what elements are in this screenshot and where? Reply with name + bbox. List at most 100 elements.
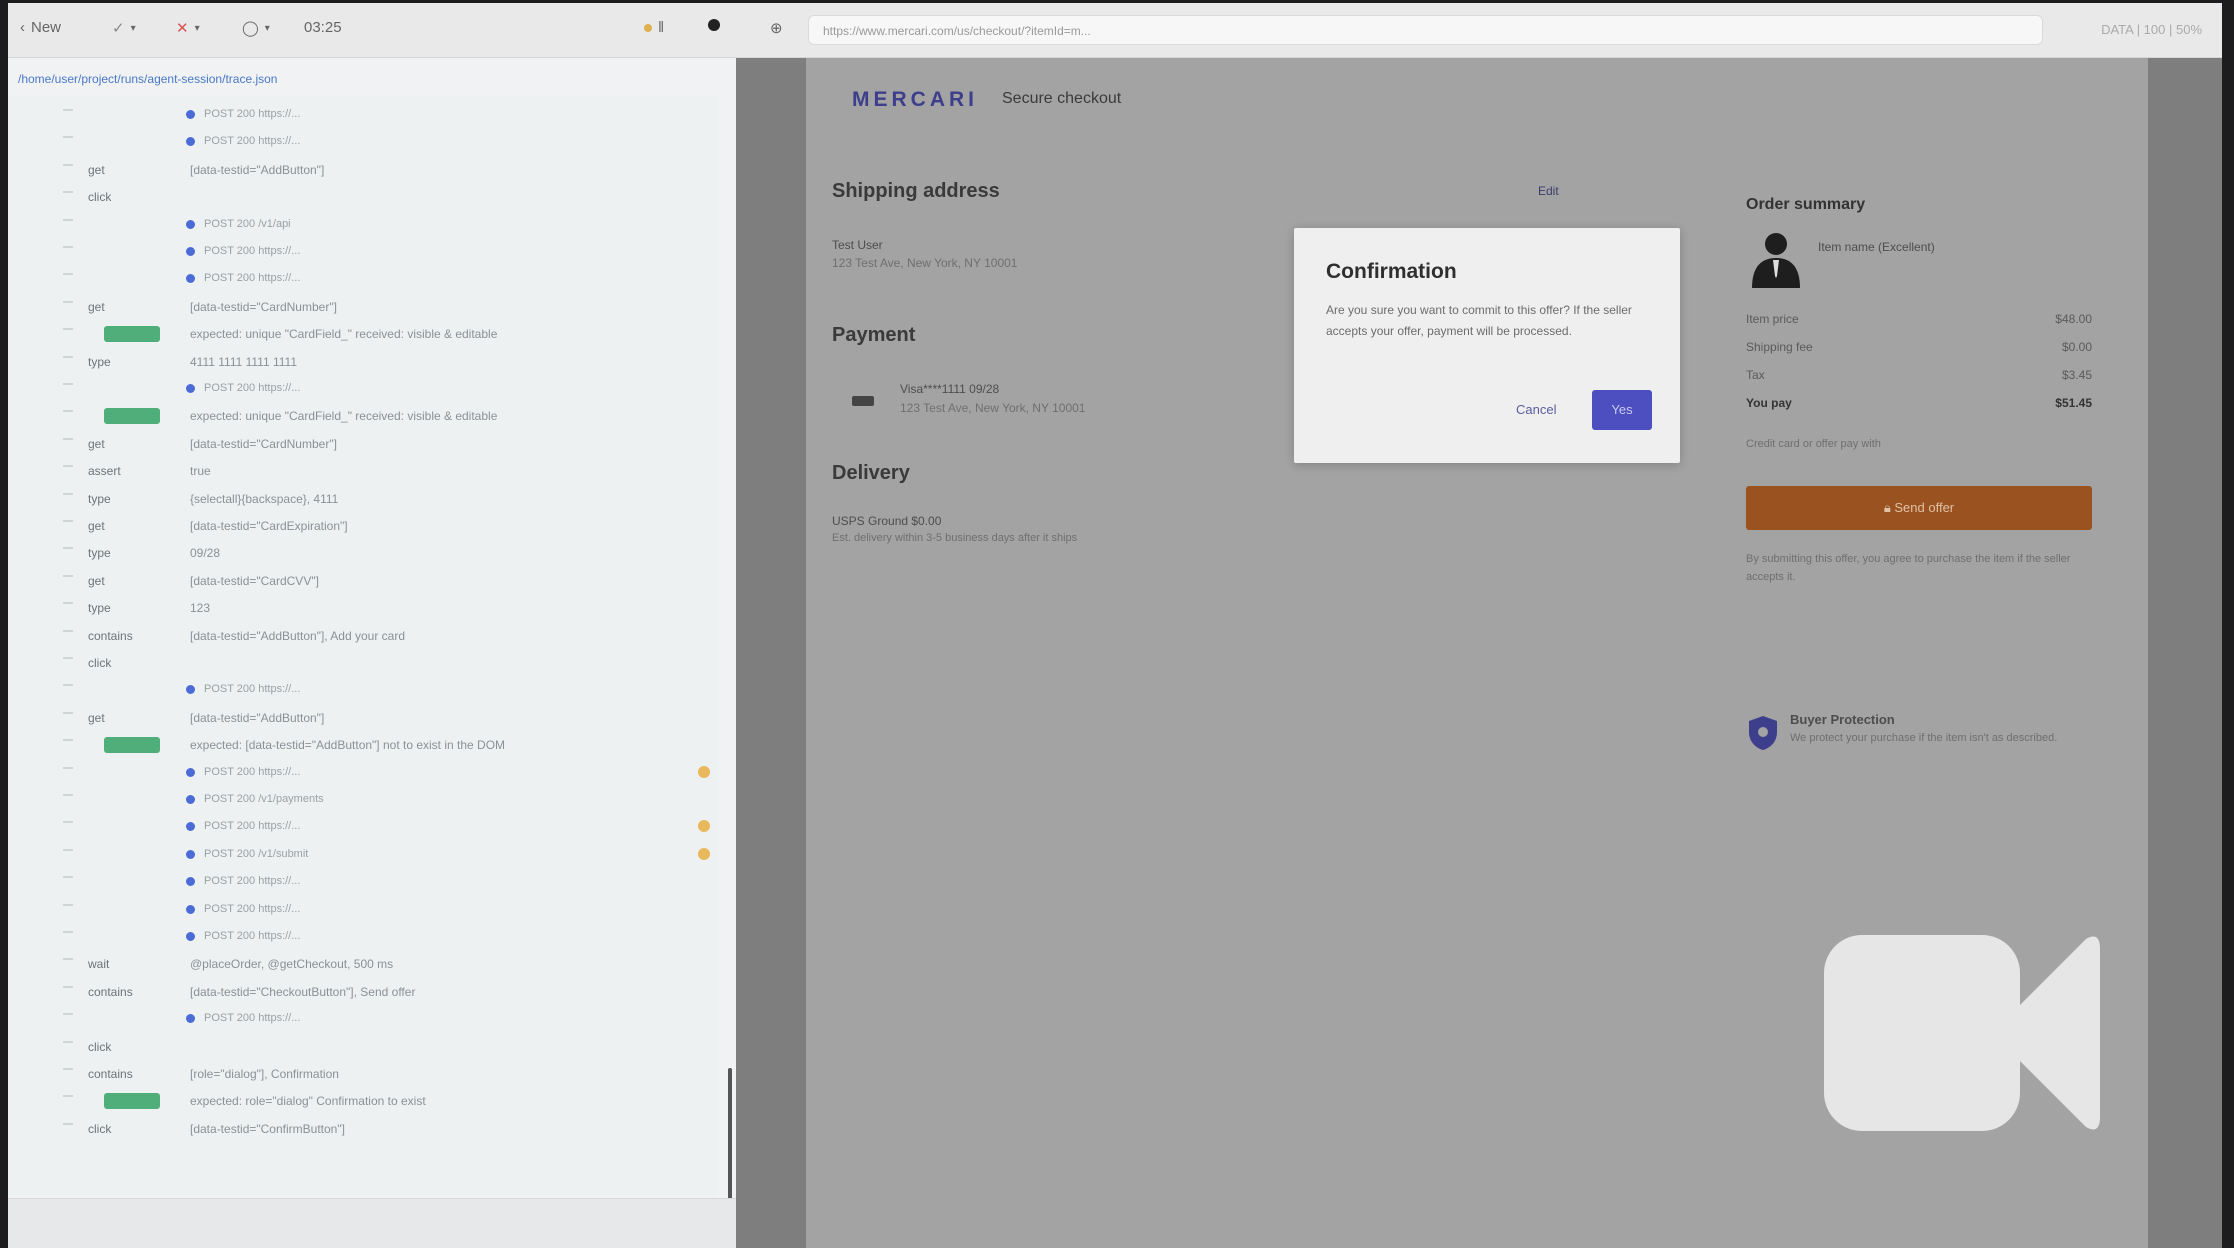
log-row[interactable]: type 09/28 [8, 540, 718, 566]
log-row[interactable]: expected: unique "CardField_" received: … [8, 403, 718, 429]
log-row[interactable]: contains [data-testid="AddButton"], Add y… [8, 623, 718, 649]
request-dot-icon [186, 219, 195, 229]
fail-button[interactable]: ✕ ▾ [176, 19, 200, 37]
command-text: {selectall}{backspace}, 4111 [190, 491, 339, 506]
request-dot-icon [186, 685, 195, 695]
log-row[interactable]: POST 200 https://... [8, 266, 718, 292]
yes-button[interactable]: Yes [1592, 390, 1652, 430]
log-row[interactable]: POST 200 https://... [8, 376, 718, 402]
line-marker [63, 1013, 73, 1016]
line-marker [63, 465, 73, 468]
log-row[interactable]: expected: [data-testid="AddButton"] not … [8, 732, 718, 758]
line-marker [63, 437, 73, 440]
line-marker [63, 1095, 73, 1098]
shield-icon [1749, 716, 1777, 750]
request-dot-icon [186, 384, 195, 393]
log-row[interactable]: POST 200 https://... [8, 1006, 718, 1032]
log-row[interactable]: POST 200 https://... [8, 897, 718, 923]
log-row[interactable]: POST 200 https://... [8, 814, 718, 840]
log-row[interactable]: contains [data-testid="CheckoutButton"], … [8, 979, 718, 1005]
log-row[interactable]: POST 200 /v1/api [8, 212, 718, 238]
log-row[interactable]: type 4111 1111 1111 1111 [8, 349, 718, 375]
check-icon: ✓ [112, 20, 125, 37]
request-dot-icon [186, 274, 195, 284]
command-label: contains [88, 1067, 133, 1081]
command-log: POST 200 https://... POST 200 https://...… [8, 96, 718, 1196]
line-marker [63, 246, 73, 248]
request-dot-icon [186, 137, 195, 147]
log-row[interactable]: get [data-testid="CardCVV"] [8, 568, 718, 594]
log-row[interactable]: get [data-testid="CardNumber"] [8, 431, 718, 457]
command-text: [data-testid="CardNumber"] [190, 436, 337, 451]
line-marker [63, 191, 73, 194]
command-text: expected: unique "CardField_" received: … [190, 409, 498, 424]
log-row[interactable]: POST 200 https://... [8, 239, 718, 265]
card-address: 123 Test Ave, New York, NY 10001 [900, 401, 1086, 415]
log-row[interactable]: expected: role="dialog" Confirmation to … [8, 1088, 718, 1114]
line-marker [63, 410, 73, 413]
pending-button[interactable]: ◯ ▾ [242, 19, 270, 37]
command-label: type [88, 601, 111, 616]
command-label: click [88, 1121, 112, 1136]
log-row[interactable]: POST 200 https://... [8, 760, 718, 786]
line-marker [63, 218, 73, 221]
command-text: 123 [190, 601, 211, 616]
status-dot-icon [644, 23, 652, 32]
command-text: POST 200 https://... [204, 272, 301, 285]
command-text: [data-testid="ConfirmButton"] [190, 1121, 345, 1136]
log-row[interactable]: get [data-testid="CardNumber"] [8, 294, 718, 320]
stop-icon [708, 19, 720, 31]
chevron-down-icon: ▾ [264, 22, 270, 34]
line-marker [63, 520, 73, 522]
log-row[interactable]: POST 200 https://... [8, 129, 718, 155]
check-button[interactable]: ✓ ▾ [112, 19, 136, 37]
log-row[interactable]: click [8, 184, 718, 210]
command-text: POST 200 /v1/api [204, 217, 291, 230]
log-row[interactable]: expected: unique "CardField_" received: … [8, 321, 718, 347]
cancel-button[interactable]: Cancel [1516, 402, 1556, 417]
edit-shipping-link[interactable]: Edit [1538, 184, 1559, 198]
log-row[interactable]: type 123 [8, 595, 718, 621]
crosshair-button[interactable]: ⊕ [770, 19, 783, 37]
log-row[interactable]: click [8, 650, 718, 676]
line-marker [63, 794, 73, 796]
log-row[interactable]: click [8, 1034, 718, 1060]
log-row[interactable]: assert true [8, 458, 718, 484]
user-avatar-icon [1752, 233, 1800, 288]
line-marker [63, 629, 73, 632]
send-offer-button[interactable]: 🔒︎ Send offer [1746, 486, 2092, 530]
log-row[interactable]: get [data-testid="AddButton"] [8, 157, 718, 183]
summary-title: Order summary [1746, 196, 1866, 213]
viewport-info: DATA | 100 | 50% [2101, 22, 2202, 37]
request-dot-icon [186, 767, 195, 777]
spec-path[interactable]: /home/user/project/runs/agent-session/tr… [18, 72, 277, 86]
dialog-body: Are you sure you want to commit to this … [1326, 303, 1632, 338]
back-button[interactable]: ‹ New [20, 19, 61, 36]
line-marker [63, 574, 73, 577]
log-row[interactable]: click [data-testid="ConfirmButton"] [8, 1116, 718, 1142]
log-row[interactable]: type {selectall}{backspace}, 4111 [8, 486, 718, 512]
warning-icon [698, 820, 710, 833]
url-bar[interactable]: https://www.mercari.com/us/checkout/?ite… [808, 15, 2043, 45]
command-label: get [88, 299, 105, 314]
stop-button[interactable] [708, 19, 720, 31]
line-marker [63, 903, 73, 906]
log-row[interactable]: POST 200 /v1/payments [8, 787, 718, 813]
log-row[interactable]: POST 200 https://... [8, 869, 718, 895]
log-row[interactable]: POST 200 https://... [8, 924, 718, 950]
warning-icon [698, 765, 710, 778]
log-row[interactable]: get [data-testid="CardExpiration"] [8, 513, 718, 539]
command-text: POST 200 https://... [204, 875, 301, 888]
assert-badge [104, 326, 160, 343]
log-row[interactable]: POST 200 https://... [8, 677, 718, 703]
delivery-note: Est. delivery within 3-5 business days a… [832, 532, 1078, 544]
log-row[interactable]: get [data-testid="AddButton"] [8, 705, 718, 731]
log-row[interactable]: contains [role="dialog"], Confirmation [8, 1061, 718, 1087]
mercari-logo[interactable]: MERCARI [852, 88, 978, 112]
log-row[interactable]: POST 200 https://... [8, 102, 718, 128]
command-text: POST 200 /v1/payments [204, 793, 324, 805]
assert-badge [104, 737, 160, 754]
log-row[interactable]: POST 200 /v1/submit [8, 842, 718, 868]
command-label: get [88, 573, 105, 588]
log-row[interactable]: wait @placeOrder, @getCheckout, 500 ms [8, 951, 718, 977]
